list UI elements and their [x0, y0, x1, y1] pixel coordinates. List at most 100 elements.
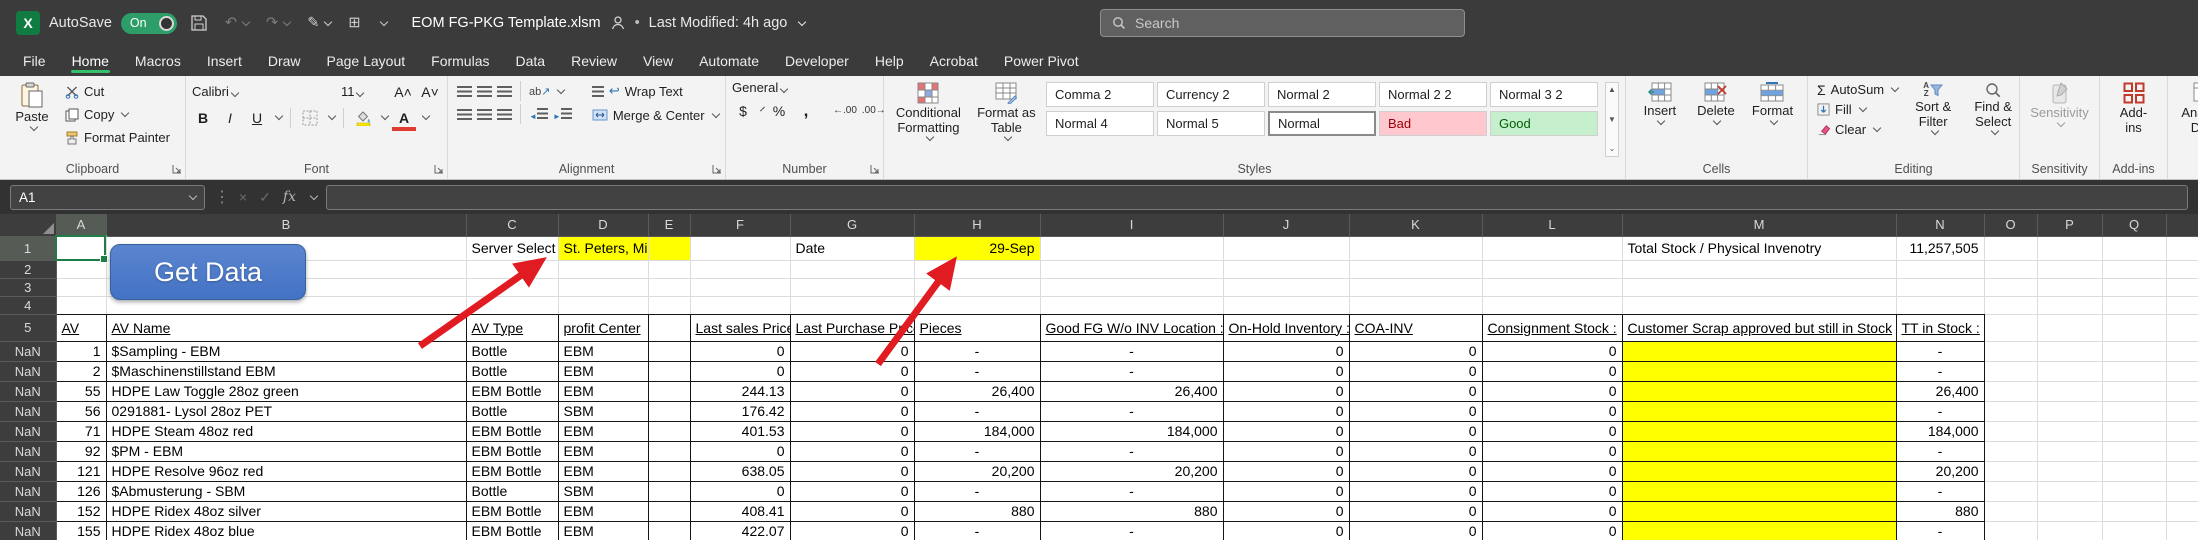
draw-touch-button[interactable]: ✎ — [303, 15, 335, 31]
cell-DNaN[interactable]: EBM — [558, 461, 648, 481]
cell-H5[interactable]: Pieces — [914, 314, 1040, 341]
col-header-F[interactable]: F — [690, 214, 790, 236]
style-currency-2[interactable]: Currency 2 — [1157, 82, 1265, 107]
comma-format-button[interactable]: , — [795, 99, 817, 122]
cell-FNaN[interactable]: 0 — [690, 361, 790, 381]
row-header-3[interactable]: 3 — [0, 278, 56, 296]
cell-J2[interactable] — [1223, 260, 1349, 278]
cell-GNaN[interactable]: 0 — [790, 521, 914, 540]
cell-filler-NaN[interactable] — [2166, 501, 2198, 521]
cell-DNaN[interactable]: EBM — [558, 501, 648, 521]
cell-NNaN[interactable]: - — [1896, 441, 1984, 461]
cell-G1[interactable]: Date — [790, 236, 914, 260]
cell-N2[interactable] — [1896, 260, 1984, 278]
cell-K5[interactable]: COA-INV — [1349, 314, 1482, 341]
cell-PNaN[interactable] — [2037, 461, 2102, 481]
delete-cells-button[interactable]: Delete — [1690, 80, 1742, 126]
cell-QNaN[interactable] — [2102, 421, 2166, 441]
cell-H3[interactable] — [914, 278, 1040, 296]
cell-QNaN[interactable] — [2102, 341, 2166, 361]
cell-GNaN[interactable]: 0 — [790, 441, 914, 461]
cell-NNaN[interactable]: 26,400 — [1896, 381, 1984, 401]
cell-filler-4[interactable] — [2166, 296, 2198, 314]
cell-QNaN[interactable] — [2102, 501, 2166, 521]
cell-JNaN[interactable]: 0 — [1223, 461, 1349, 481]
cell-A5[interactable]: AV — [56, 314, 106, 341]
cell-BNaN[interactable]: $Sampling - EBM — [106, 341, 466, 361]
cell-CNaN[interactable]: EBM Bottle — [466, 381, 558, 401]
cell-PNaN[interactable] — [2037, 401, 2102, 421]
cell-N4[interactable] — [1896, 296, 1984, 314]
cell-BNaN[interactable]: $Maschinenstillstand EBM — [106, 361, 466, 381]
cell-P3[interactable] — [2037, 278, 2102, 296]
cell-BNaN[interactable]: HDPE Law Toggle 28oz green — [106, 381, 466, 401]
cell-F3[interactable] — [690, 278, 790, 296]
search-input[interactable]: Search — [1100, 9, 1465, 37]
cell-CNaN[interactable]: EBM Bottle — [466, 461, 558, 481]
sort-filter-button[interactable]: AZ Sort & Filter — [1905, 80, 1961, 136]
tab-insert[interactable]: Insert — [194, 49, 255, 76]
cell-ONaN[interactable] — [1984, 461, 2037, 481]
borders-button[interactable] — [299, 106, 321, 129]
cell-filler-NaN[interactable] — [2166, 401, 2198, 421]
cell-O4[interactable] — [1984, 296, 2037, 314]
cell-CNaN[interactable]: EBM Bottle — [466, 441, 558, 461]
cell-ONaN[interactable] — [1984, 421, 2037, 441]
row-header-NaN[interactable]: NaN — [0, 341, 56, 361]
cell-E4[interactable] — [648, 296, 690, 314]
cell-ENaN[interactable] — [648, 341, 690, 361]
cell-filler-3[interactable] — [2166, 278, 2198, 296]
dialog-launcher-icon[interactable] — [434, 164, 444, 174]
cell-LNaN[interactable]: 0 — [1482, 521, 1622, 540]
cell-K4[interactable] — [1349, 296, 1482, 314]
cell-GNaN[interactable]: 0 — [790, 341, 914, 361]
style-bad[interactable]: Bad — [1379, 111, 1487, 136]
cell-QNaN[interactable] — [2102, 441, 2166, 461]
cell-F4[interactable] — [690, 296, 790, 314]
cell-E2[interactable] — [648, 260, 690, 278]
cell-C5[interactable]: AV Type — [466, 314, 558, 341]
document-title[interactable]: EOM FG-PKG Template.xlsm — [412, 15, 601, 31]
cell-INaN[interactable]: - — [1040, 401, 1223, 421]
cell-MNaN[interactable] — [1622, 481, 1896, 501]
cell-filler-2[interactable] — [2166, 260, 2198, 278]
cell-C4[interactable] — [466, 296, 558, 314]
cell-KNaN[interactable]: 0 — [1349, 481, 1482, 501]
cell-O1[interactable] — [1984, 236, 2037, 260]
align-center-icon[interactable] — [477, 109, 492, 120]
italic-button[interactable]: I — [219, 106, 241, 129]
cell-G2[interactable] — [790, 260, 914, 278]
cell-I1[interactable] — [1040, 236, 1223, 260]
cell-J3[interactable] — [1223, 278, 1349, 296]
style-normal-3-2[interactable]: Normal 3 2 — [1490, 82, 1598, 107]
cell-GNaN[interactable]: 0 — [790, 421, 914, 441]
cell-Q5[interactable] — [2102, 314, 2166, 341]
cell-PNaN[interactable] — [2037, 341, 2102, 361]
col-header-J[interactable]: J — [1223, 214, 1349, 236]
cell-QNaN[interactable] — [2102, 461, 2166, 481]
dialog-launcher-icon[interactable] — [870, 164, 880, 174]
cell-K1[interactable] — [1349, 236, 1482, 260]
cell-P5[interactable] — [2037, 314, 2102, 341]
cell-INaN[interactable]: 184,000 — [1040, 421, 1223, 441]
cell-K2[interactable] — [1349, 260, 1482, 278]
cell-E3[interactable] — [648, 278, 690, 296]
cell-L3[interactable] — [1482, 278, 1622, 296]
cell-JNaN[interactable]: 0 — [1223, 501, 1349, 521]
font-name-select[interactable]: Calibri — [192, 84, 336, 99]
cell-A3[interactable] — [56, 278, 106, 296]
undo-button[interactable]: ↶ — [221, 15, 253, 31]
cell-QNaN[interactable] — [2102, 381, 2166, 401]
cell-DNaN[interactable]: EBM — [558, 381, 648, 401]
row-header-NaN[interactable]: NaN — [0, 361, 56, 381]
gallery-scrollbar[interactable]: ▲▼⌄ — [1605, 82, 1619, 157]
col-header-I[interactable]: I — [1040, 214, 1223, 236]
cell-ANaN[interactable]: 155 — [56, 521, 106, 540]
dialog-launcher-icon[interactable] — [712, 164, 722, 174]
cell-ANaN[interactable]: 126 — [56, 481, 106, 501]
cell-KNaN[interactable]: 0 — [1349, 361, 1482, 381]
cell-MNaN[interactable] — [1622, 361, 1896, 381]
cell-INaN[interactable]: 880 — [1040, 501, 1223, 521]
format-cells-button[interactable]: Format — [1746, 80, 1799, 126]
cell-ANaN[interactable]: 152 — [56, 501, 106, 521]
